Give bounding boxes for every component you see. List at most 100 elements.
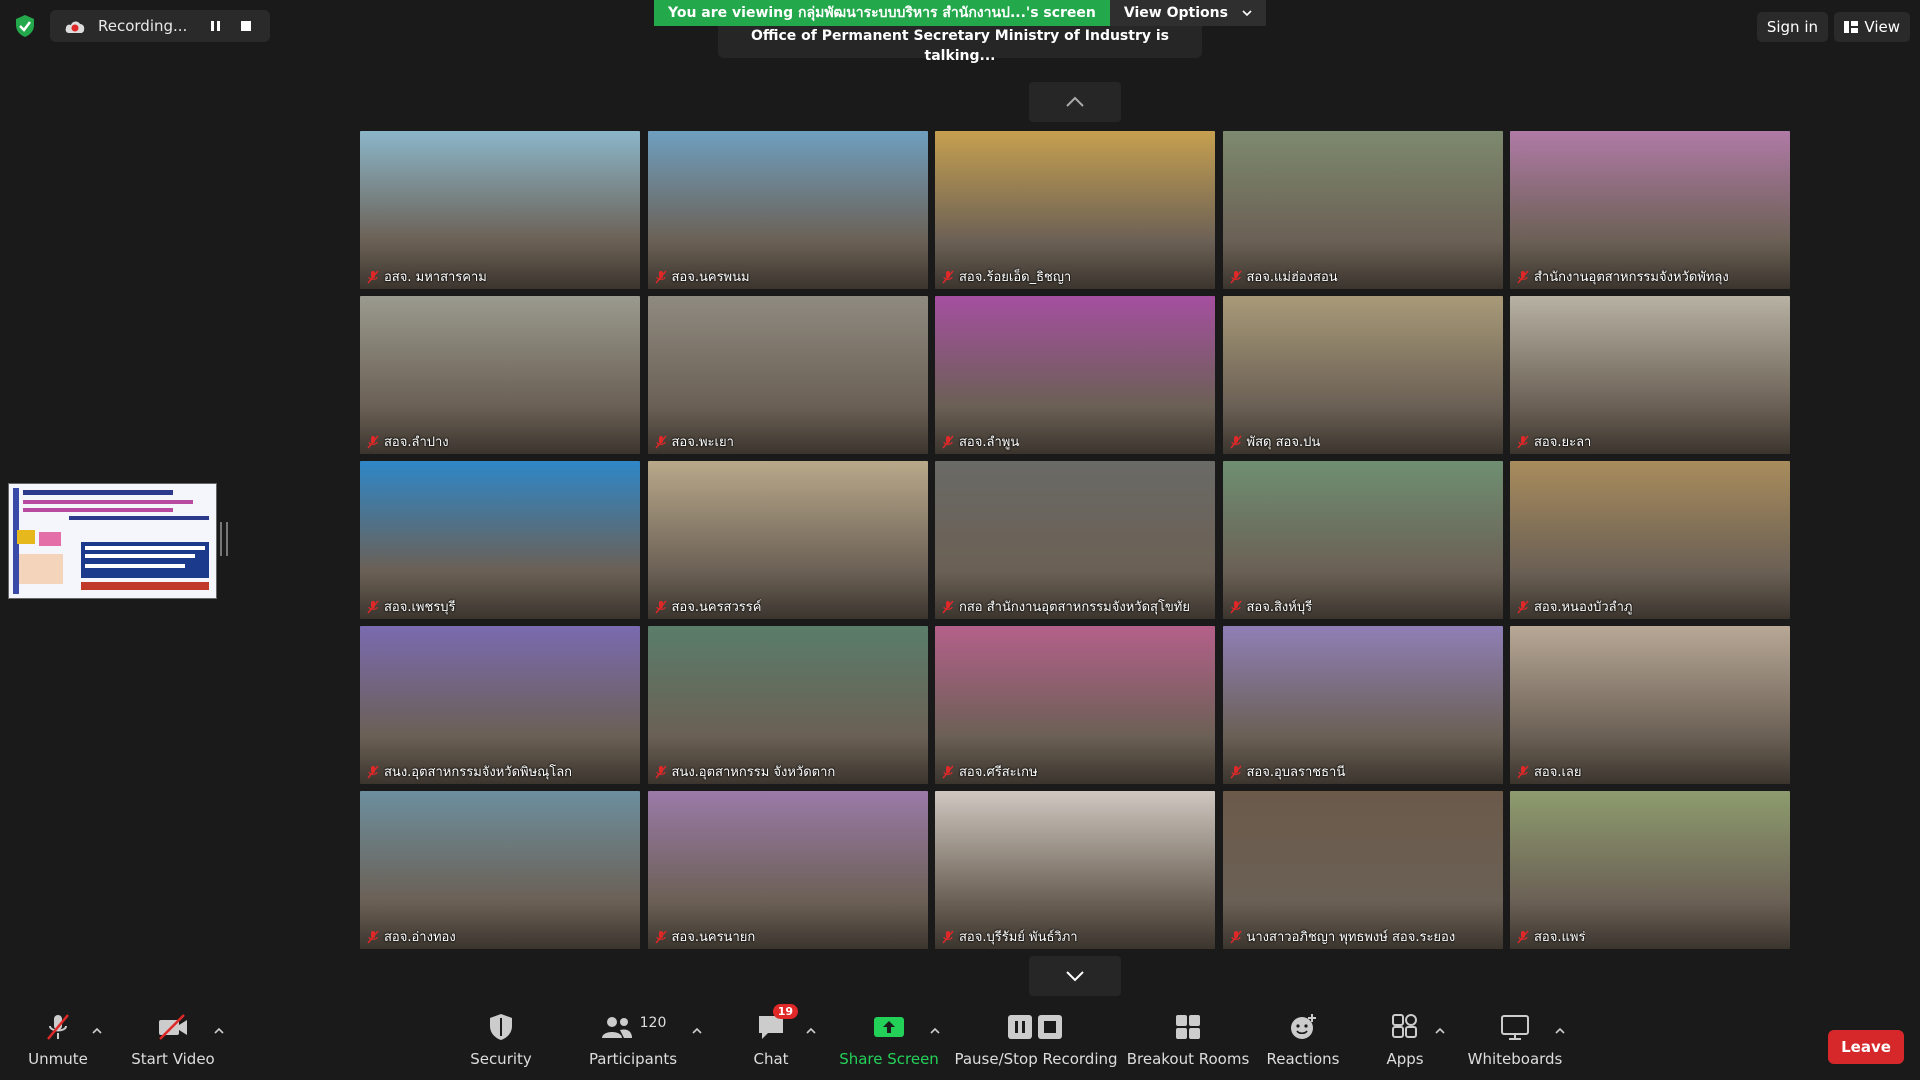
muted-mic-icon — [1229, 600, 1242, 613]
participant-tile[interactable]: สำนักงานอุตสาหกรรมจังหวัดพัทลุง — [1510, 131, 1790, 289]
participant-tile[interactable]: สอจ.หนองบัวลำภู — [1510, 461, 1790, 619]
participant-name-tag: สอจ.แพร่ — [1516, 926, 1585, 947]
view-options-button[interactable]: View Options — [1109, 0, 1266, 26]
participant-name: สอจ.อุบลราชธานี — [1246, 765, 1346, 780]
participant-name-tag: สอจ.นครนายก — [654, 926, 755, 947]
participant-name: สนง.อุตสาหกรรมจังหวัดพิษณุโลก — [384, 765, 573, 780]
participant-name-tag: สอจ.อ่างทอง — [366, 926, 456, 947]
participants-button[interactable]: 120 Participants — [578, 1010, 688, 1068]
participant-tile[interactable]: สนง.อุตสาหกรรม จังหวัดตาก — [647, 626, 928, 784]
muted-mic-icon — [1517, 765, 1529, 778]
participant-name: สอจ.พะเยา — [671, 435, 734, 450]
participant-tile[interactable]: นางสาวอภิชญา พุทธพงษ์ สอจ.ระยอง — [1222, 791, 1503, 949]
participant-name-tag: สอจ.พะเยา — [654, 431, 734, 452]
breakout-rooms-icon — [1174, 1010, 1202, 1044]
recording-indicator: Recording... — [50, 10, 270, 42]
start-video-label: Start Video — [131, 1050, 215, 1068]
shield-icon — [488, 1010, 514, 1044]
apps-button[interactable]: Apps — [1350, 1010, 1460, 1068]
participant-name: สำนักงานอุตสาหกรรมจังหวัดพัทลุง — [1534, 270, 1729, 285]
participant-name: สอจ.ยะลา — [1534, 435, 1592, 450]
participant-tile[interactable]: สอจ.ศรีสะเกษ — [935, 626, 1215, 784]
participant-tile[interactable]: สอจ.นครนายก — [647, 791, 928, 949]
participant-tile[interactable]: สอจ.แม่ฮ่องสอน — [1222, 131, 1503, 289]
participant-tile[interactable]: พัสดุ สอจ.ปน — [1222, 296, 1503, 454]
muted-mic-icon — [942, 765, 954, 778]
participant-name: สอจ.เพชรบุรี — [384, 600, 456, 615]
participant-tile[interactable]: สอจ.แพร่ — [1510, 791, 1790, 949]
participant-tile[interactable]: สอจ.พะเยา — [647, 296, 928, 454]
participants-options-caret-icon[interactable] — [690, 1024, 704, 1038]
participants-icon-wrap: 120 — [600, 1010, 666, 1044]
participant-tile[interactable]: สอจ.อุบลราชธานี — [1222, 626, 1503, 784]
participant-tile[interactable]: สอจ.นครพนม — [647, 131, 928, 289]
apps-options-caret-icon[interactable] — [1433, 1024, 1447, 1038]
whiteboard-icon — [1500, 1010, 1530, 1044]
share-screen-label: Share Screen — [839, 1050, 939, 1068]
participant-name-tag: นางสาวอภิชญา พุทธพงษ์ สอจ.ระยอง — [1229, 926, 1456, 947]
participant-tile[interactable]: สอจ.ร้อยเอ็ด_ธิชญา — [935, 131, 1215, 289]
participant-tile[interactable]: กสอ สำนักงานอุตสาหกรรมจังหวัดสุโขทัย — [935, 461, 1215, 619]
video-options-caret-icon[interactable] — [212, 1024, 226, 1038]
participant-name: สอจ.บุรีรัมย์ พันธ์วิภา — [959, 930, 1078, 945]
chevron-up-icon — [1066, 96, 1084, 107]
muted-mic-icon — [1517, 435, 1529, 448]
whiteboards-button[interactable]: Whiteboards — [1460, 1010, 1570, 1068]
participant-name-tag: สอจ.ยะลา — [1516, 431, 1591, 452]
audio-options-caret-icon[interactable] — [90, 1024, 104, 1038]
recording-label: Recording... — [98, 17, 188, 35]
view-button[interactable]: View — [1834, 12, 1910, 42]
chat-label: Chat — [753, 1050, 789, 1068]
participant-name-tag: สอจ.นครพนม — [654, 266, 750, 287]
participant-name-tag: สอจ.เลย — [1516, 761, 1582, 782]
participant-tile[interactable]: สอจ.อ่างทอง — [360, 791, 640, 949]
participant-tile[interactable]: สอจ.เพชรบุรี — [360, 461, 640, 619]
participant-name: สอจ.ลำปาง — [384, 435, 449, 450]
participant-tile[interactable]: สอจ.เลย — [1510, 626, 1790, 784]
security-button[interactable]: Security — [446, 1010, 556, 1068]
participant-tile[interactable]: อสจ. มหาสารคาม — [360, 131, 640, 289]
share-screen-button[interactable]: Share Screen — [834, 1010, 944, 1068]
scroll-down-button[interactable] — [1029, 956, 1121, 996]
muted-mic-icon — [1517, 930, 1529, 943]
participant-name: สอจ.หนองบัวลำภู — [1534, 600, 1633, 615]
participant-name-tag: สอจ.หนองบัวลำภู — [1516, 596, 1633, 617]
share-options-caret-icon[interactable] — [928, 1024, 942, 1038]
participant-tile[interactable]: สอจ.ยะลา — [1510, 296, 1790, 454]
muted-mic-icon — [43, 1010, 73, 1044]
cloud-record-icon — [64, 17, 86, 35]
participant-tile[interactable]: สนง.อุตสาหกรรมจังหวัดพิษณุโลก — [360, 626, 640, 784]
participant-gallery: อสจ. มหาสารคาม สอจ.นครพนม สอจ.ร้อยเอ็ด_ธิช… — [360, 131, 1790, 949]
whiteboards-options-caret-icon[interactable] — [1553, 1024, 1567, 1038]
participant-name: สอจ.แพร่ — [1534, 930, 1586, 945]
participant-name: สอจ.สิงห์บุรี — [1246, 600, 1313, 615]
start-video-button[interactable]: Start Video — [118, 1010, 228, 1068]
participant-name: สอจ.แม่ฮ่องสอน — [1246, 270, 1338, 285]
participant-tile[interactable]: สอจ.ลำปาง — [360, 296, 640, 454]
chat-button[interactable]: 19 Chat — [716, 1004, 826, 1068]
unmute-button[interactable]: Unmute — [3, 1010, 113, 1068]
participant-name-tag: สอจ.แม่ฮ่องสอน — [1229, 266, 1338, 287]
participant-name: นางสาวอภิชญา พุทธพงษ์ สอจ.ระยอง — [1246, 930, 1456, 945]
leave-button[interactable]: Leave — [1828, 1030, 1904, 1064]
view-label: View — [1864, 18, 1900, 36]
pause-recording-button[interactable] — [204, 14, 228, 38]
participant-name-tag: พัสดุ สอจ.ปน — [1229, 431, 1320, 452]
participant-tile[interactable]: สอจ.นครสวรรค์ — [647, 461, 928, 619]
panel-resize-handle[interactable] — [220, 522, 228, 556]
sign-in-button[interactable]: Sign in — [1756, 12, 1828, 42]
participant-name-tag: สอจ.นครสวรรค์ — [654, 596, 761, 617]
participant-tile[interactable]: สอจ.บุรีรัมย์ พันธ์วิภา — [935, 791, 1215, 949]
scroll-up-button[interactable] — [1029, 82, 1121, 122]
shared-screen-thumbnail[interactable] — [8, 483, 217, 599]
reactions-button[interactable]: Reactions — [1248, 1010, 1358, 1068]
participant-name: กสอ สำนักงานอุตสาหกรรมจังหวัดสุโขทัย — [959, 600, 1190, 615]
pause-stop-recording-button[interactable]: Pause/Stop Recording — [954, 1010, 1118, 1068]
participant-tile[interactable]: สอจ.สิงห์บุรี — [1222, 461, 1503, 619]
participant-name: สนง.อุตสาหกรรม จังหวัดตาก — [671, 765, 836, 780]
participant-tile[interactable]: สอจ.ลำพูน — [935, 296, 1215, 454]
security-shield-icon[interactable] — [14, 14, 36, 38]
breakout-rooms-button[interactable]: Breakout Rooms — [1127, 1010, 1249, 1068]
stop-recording-button[interactable] — [234, 14, 258, 38]
chat-options-caret-icon[interactable] — [804, 1024, 818, 1038]
